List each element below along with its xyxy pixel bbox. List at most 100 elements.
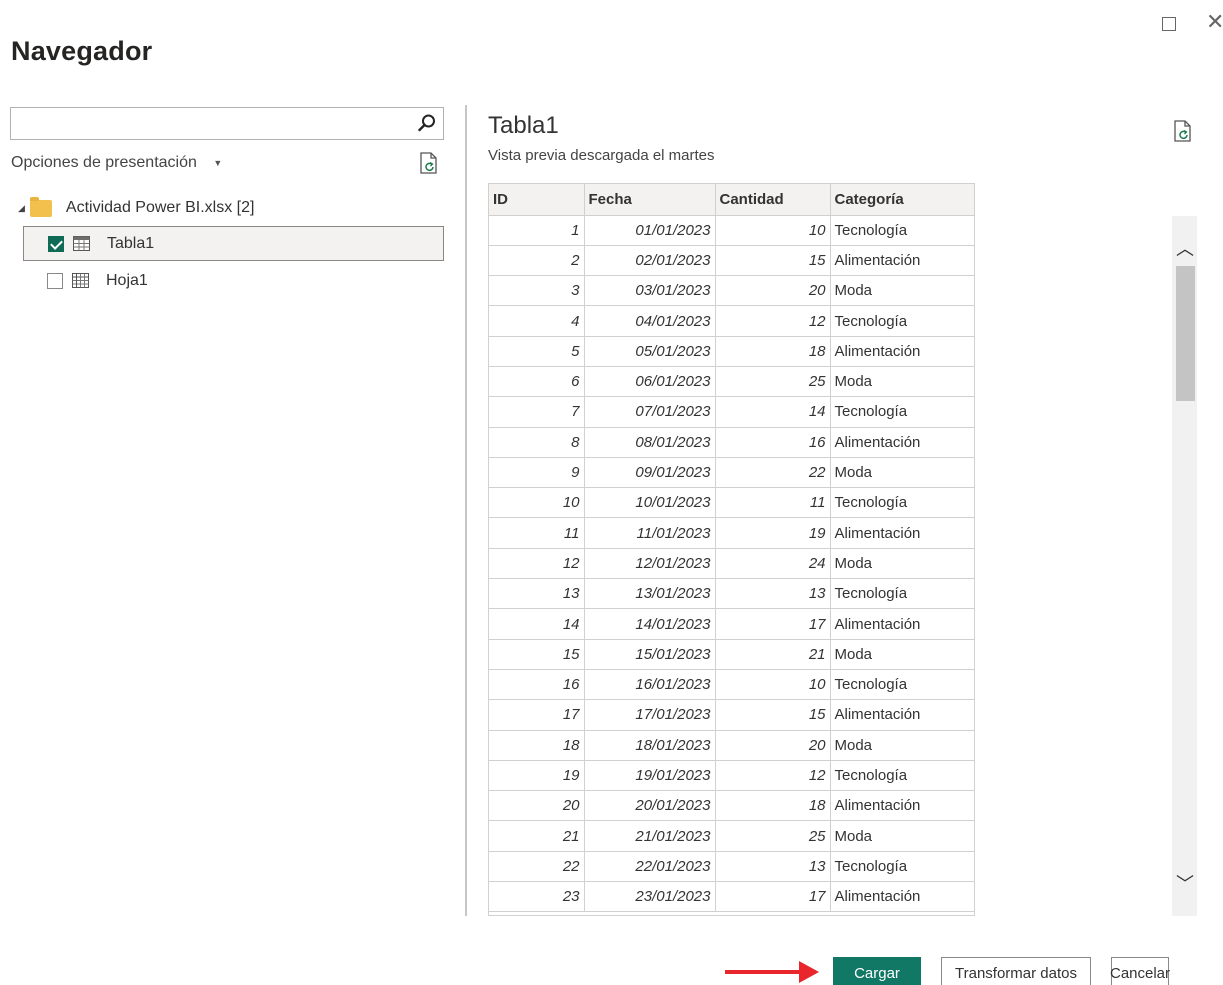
table-cell: Alimentación xyxy=(830,245,974,277)
sheet-icon xyxy=(72,273,89,288)
table-cell: 17 xyxy=(715,608,831,640)
table-cell: Moda xyxy=(830,366,974,398)
table-row[interactable]: 20 20/01/2023 18 Alimentación xyxy=(489,790,974,822)
tree-item-label: Tabla1 xyxy=(107,234,155,252)
table-row[interactable]: 2 02/01/2023 15 Alimentación xyxy=(489,245,974,277)
table-row[interactable]: 1 01/01/2023 10 Tecnología xyxy=(489,215,974,246)
preview-table[interactable]: ID Fecha Cantidad Categoría 1 01/01/2023 1… xyxy=(488,183,975,916)
table-row[interactable]: 11 11/01/2023 19 Alimentación xyxy=(489,517,974,549)
table-row[interactable]: 4 04/01/2023 12 Tecnología xyxy=(489,305,974,337)
table-cell: 16 xyxy=(489,669,585,701)
expand-triangle-icon[interactable]: ◢ xyxy=(18,203,25,214)
table-cell: 08/01/2023 xyxy=(584,427,716,458)
table-row[interactable]: 9 09/01/2023 22 Moda xyxy=(489,457,974,489)
checkbox-checked[interactable] xyxy=(48,235,64,252)
column-header[interactable]: Cantidad xyxy=(715,184,831,216)
table-cell: 4 xyxy=(489,305,585,337)
table-row[interactable]: 23 23/01/2023 17 Alimentación xyxy=(489,881,974,913)
table-cell: 02/01/2023 xyxy=(584,245,716,277)
refresh-icon[interactable] xyxy=(419,151,439,175)
close-icon[interactable]: ✕ xyxy=(1206,11,1223,33)
table-cell: 10 xyxy=(715,215,831,246)
chevron-down-icon: ▼ xyxy=(213,157,223,168)
table-cell: Alimentación xyxy=(830,427,974,458)
search-input[interactable] xyxy=(10,107,444,140)
table-cell: Tecnología xyxy=(830,669,974,701)
refresh-preview-icon[interactable] xyxy=(1173,119,1193,143)
table-row[interactable]: 22 22/01/2023 13 Tecnología xyxy=(489,851,974,883)
tree-item-hoja1[interactable]: Hoja1 xyxy=(23,263,444,298)
table-cell: 16/01/2023 xyxy=(584,669,716,701)
table-row[interactable]: 10 10/01/2023 11 Tecnología xyxy=(489,487,974,519)
table-cell: 6 xyxy=(489,366,585,398)
table-row[interactable]: 5 05/01/2023 18 Alimentación xyxy=(489,336,974,367)
table-row[interactable]: 13 13/01/2023 13 Tecnología xyxy=(489,578,974,610)
scroll-down-icon[interactable]: ﹀ xyxy=(1176,870,1194,896)
table-cell: 10/01/2023 xyxy=(584,487,716,519)
table-cell: 15 xyxy=(715,699,831,731)
scroll-up-icon[interactable]: ︿ xyxy=(1176,235,1194,261)
column-header[interactable]: ID xyxy=(489,184,585,216)
table-cell: 12 xyxy=(715,760,831,792)
table-cell: Tecnología xyxy=(830,487,974,519)
table-cell: 18/01/2023 xyxy=(584,730,716,761)
table-row[interactable]: 16 16/01/2023 10 Tecnología xyxy=(489,669,974,701)
table-cell: 20 xyxy=(489,790,585,822)
table-cell: 05/01/2023 xyxy=(584,336,716,367)
cancel-button[interactable]: Cancelar xyxy=(1110,957,1170,985)
table-row[interactable]: 15 15/01/2023 21 Moda xyxy=(489,639,974,670)
table-cell: 9 xyxy=(489,457,585,489)
preview-title: Tabla1 xyxy=(488,112,559,139)
table-cell: 19 xyxy=(715,517,831,549)
table-cell: 24 xyxy=(715,548,831,580)
pane-divider[interactable] xyxy=(465,105,467,916)
maximize-icon[interactable] xyxy=(1162,17,1176,31)
search-icon[interactable] xyxy=(417,113,437,133)
table-cell: 03/01/2023 xyxy=(584,275,716,307)
table-cell: 01/01/2023 xyxy=(584,215,716,246)
table-cell: 15/01/2023 xyxy=(584,639,716,670)
column-header[interactable]: Fecha xyxy=(584,184,716,216)
checkbox-unchecked[interactable] xyxy=(47,272,63,289)
table-cell: 21 xyxy=(489,820,585,852)
table-cell: 13 xyxy=(715,578,831,610)
vertical-scrollbar[interactable] xyxy=(1172,216,1197,916)
table-cell: 14 xyxy=(715,396,831,428)
table-row[interactable]: 8 08/01/2023 16 Alimentación xyxy=(489,427,974,458)
table-row[interactable]: 19 19/01/2023 12 Tecnología xyxy=(489,760,974,792)
table-cell: 8 xyxy=(489,427,585,458)
table-cell: 18 xyxy=(715,336,831,367)
table-row[interactable]: 12 12/01/2023 24 Moda xyxy=(489,548,974,580)
table-cell: Alimentación xyxy=(830,608,974,640)
table-cell: 13/01/2023 xyxy=(584,578,716,610)
table-cell: 20 xyxy=(715,275,831,307)
table-row[interactable]: 14 14/01/2023 17 Alimentación xyxy=(489,608,974,640)
table-cell: Alimentación xyxy=(830,699,974,731)
table-cell: 06/01/2023 xyxy=(584,366,716,398)
tree-folder[interactable]: ◢ Actividad Power BI.xlsx [2] xyxy=(18,196,254,220)
table-cell: Tecnología xyxy=(830,396,974,428)
table-cell: 13 xyxy=(489,578,585,610)
table-row[interactable]: 17 17/01/2023 15 Alimentación xyxy=(489,699,974,731)
table-cell: Moda xyxy=(830,730,974,761)
table-cell: 21 xyxy=(715,639,831,670)
transform-data-button[interactable]: Transformar datos xyxy=(941,957,1091,985)
tree-item-tabla1[interactable]: Tabla1 xyxy=(23,226,444,261)
scrollbar-thumb[interactable] xyxy=(1176,266,1195,401)
table-cell: 15 xyxy=(715,245,831,277)
table-row[interactable]: 6 06/01/2023 25 Moda xyxy=(489,366,974,398)
table-cell: Tecnología xyxy=(830,760,974,792)
table-row[interactable]: 3 03/01/2023 20 Moda xyxy=(489,275,974,307)
table-cell: 1 xyxy=(489,215,585,246)
table-row[interactable]: 21 21/01/2023 25 Moda xyxy=(489,820,974,852)
tree-item-label: Hoja1 xyxy=(106,271,148,289)
load-button[interactable]: Cargar xyxy=(833,957,921,985)
table-row[interactable]: 7 07/01/2023 14 Tecnología xyxy=(489,396,974,428)
table-cell: 3 xyxy=(489,275,585,307)
table-row[interactable]: 18 18/01/2023 20 Moda xyxy=(489,730,974,761)
table-cell: 12 xyxy=(715,305,831,337)
display-options-dropdown[interactable]: Opciones de presentación ▼ xyxy=(11,154,222,172)
table-cell: 5 xyxy=(489,336,585,367)
column-header[interactable]: Categoría xyxy=(830,184,974,216)
table-cell: 07/01/2023 xyxy=(584,396,716,428)
